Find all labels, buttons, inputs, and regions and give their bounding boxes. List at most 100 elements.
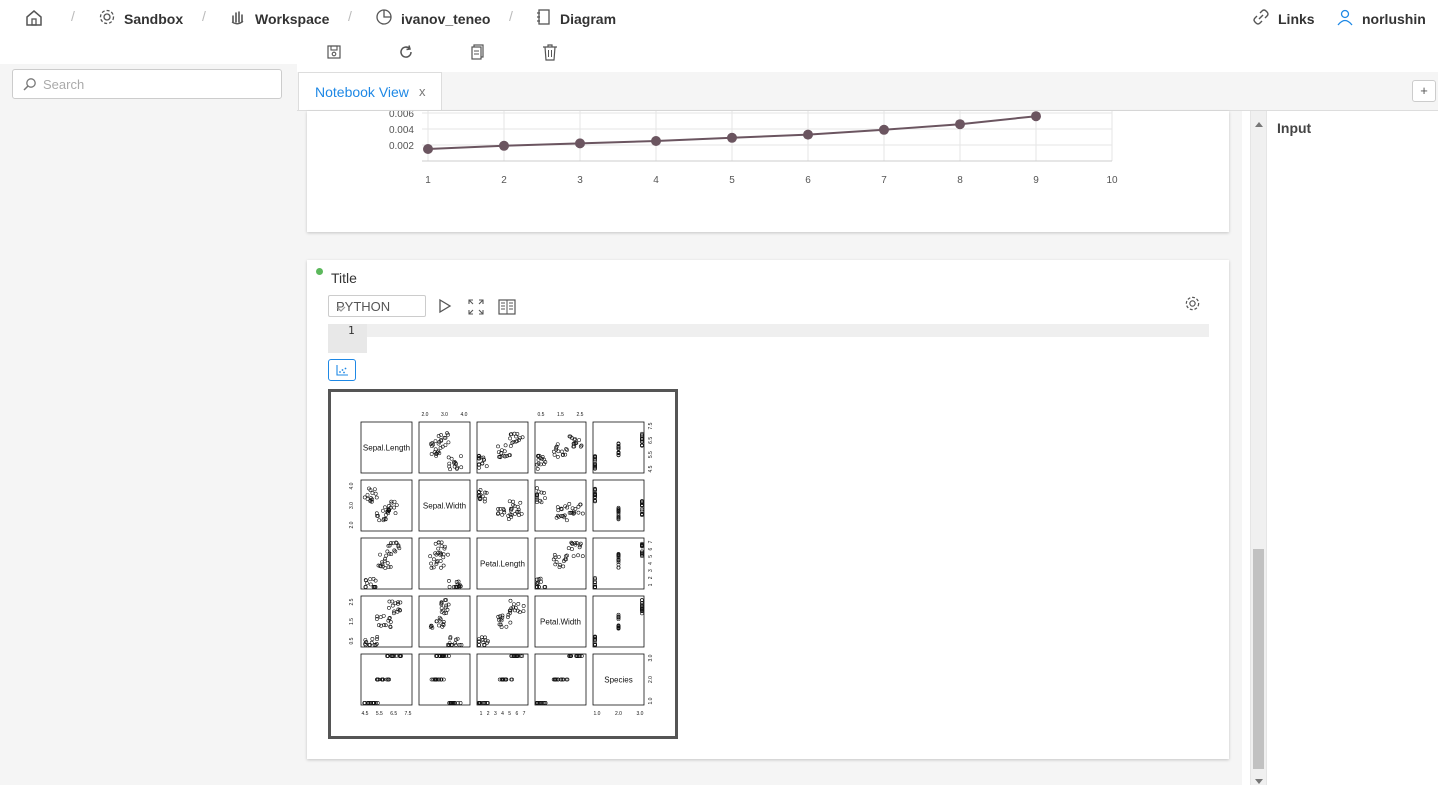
x-tick-label: 6: [805, 175, 811, 186]
code-editor[interactable]: 1: [328, 324, 1209, 353]
tab-notebook-view[interactable]: Notebook View x: [298, 72, 442, 110]
breadcrumb-separator: /: [348, 8, 352, 24]
copy-icon[interactable]: [470, 44, 486, 65]
search-box[interactable]: [12, 69, 282, 99]
links-label: Links: [1278, 10, 1315, 27]
pairs-panel: [418, 653, 471, 706]
add-tab-button[interactable]: +: [1412, 80, 1436, 102]
settings-gear-icon[interactable]: [1184, 295, 1201, 317]
top-navigation: / Sandbox / Workspace / ivanov_teneo / D…: [0, 0, 1438, 36]
language-select[interactable]: PYTHON: [328, 295, 426, 317]
pairs-plot-image: Sepal.Length Sepal.Width Petal.Length Petal…: [328, 389, 678, 739]
x-tick-label: 1: [425, 175, 431, 186]
axis-tick-label: 4: [501, 711, 504, 717]
pairs-panel: [418, 595, 471, 648]
data-point: [727, 132, 737, 143]
y-tick-label: 0.004: [389, 125, 414, 136]
pairs-panel: [360, 537, 413, 590]
axis-tick-label: 6.5: [390, 711, 397, 717]
user-menu[interactable]: norlushin: [1336, 8, 1426, 29]
line-chart: 1 2 3 4 5 6 7 8 9 10 0.002 0.004 0.006: [389, 111, 1118, 186]
pie-chart-icon: [375, 8, 401, 29]
notebook-area: 1 2 3 4 5 6 7 8 9 10 0.002 0.004 0.006 Title PYTHON …: [297, 111, 1242, 785]
axis-tick-label: 1.5: [557, 412, 564, 418]
axis-tick-label: 4.5: [362, 711, 369, 717]
axis-tick-label: 1: [648, 583, 654, 586]
search-input[interactable]: [41, 76, 275, 93]
home-icon[interactable]: [24, 8, 44, 33]
data-point: [879, 124, 889, 135]
scroll-up-icon[interactable]: [1254, 115, 1264, 133]
refresh-icon[interactable]: [398, 44, 414, 65]
variable-label: Petal.Width: [540, 618, 581, 627]
x-tick-label: 3: [577, 175, 583, 186]
axis-tick-label: 0.5: [349, 637, 355, 644]
axis-tick-label: 4.0: [461, 412, 468, 418]
axis-tick-label: 7: [523, 711, 526, 717]
breadcrumb-workspace[interactable]: Workspace: [229, 8, 329, 29]
pairs-panel: [534, 653, 587, 706]
axis-tick-label: 5.5: [376, 711, 383, 717]
data-point: [803, 129, 813, 140]
axis-tick-label: 3.0: [637, 711, 644, 717]
breadcrumb-sandbox[interactable]: Sandbox: [98, 8, 183, 29]
pairs-panel: [360, 595, 413, 648]
line-number: 1: [348, 324, 355, 337]
gear-icon: [98, 8, 124, 29]
save-icon[interactable]: [326, 44, 342, 65]
breadcrumb-label: Diagram: [560, 10, 617, 27]
vertical-scrollbar[interactable]: [1250, 111, 1267, 785]
axis-tick-label: 2: [487, 711, 490, 717]
axis-tick-label: 6.5: [648, 437, 654, 444]
link-icon: [1252, 8, 1278, 29]
axis-tick-label: 3.0: [648, 654, 654, 661]
breadcrumb-label: ivanov_teneo: [401, 10, 491, 27]
close-icon[interactable]: x: [419, 84, 426, 99]
axis-tick-label: 5: [648, 555, 654, 558]
breadcrumb-separator: /: [509, 8, 513, 24]
x-tick-label: 5: [729, 175, 735, 186]
x-tick-label: 8: [957, 175, 963, 186]
x-tick-label: 7: [881, 175, 887, 186]
data-point: [1031, 111, 1041, 122]
axis-tick-label: 2.5: [349, 598, 355, 605]
wave-hand-icon: [229, 8, 255, 29]
code-line[interactable]: [367, 324, 1209, 337]
x-tick-label: 2: [501, 175, 507, 186]
chevron-down-icon: [336, 301, 417, 316]
x-tick-label: 9: [1033, 175, 1039, 186]
data-point: [499, 140, 509, 151]
pairs-panel: [476, 653, 529, 706]
data-point: [575, 138, 585, 149]
pairs-panel: [418, 421, 471, 474]
axis-tick-label: 3: [494, 711, 497, 717]
axis-tick-label: 0.5: [538, 412, 545, 418]
axis-tick-label: 2.0: [349, 521, 355, 528]
expand-icon[interactable]: [468, 299, 484, 320]
breadcrumb-diagram[interactable]: Diagram: [536, 8, 616, 29]
pairs-panel: [592, 595, 645, 648]
delete-icon[interactable]: [542, 44, 558, 66]
cell-title[interactable]: Title: [331, 270, 357, 286]
user-icon: [1336, 8, 1362, 29]
axis-tick-label: 3: [648, 569, 654, 572]
pairs-panel: [418, 537, 471, 590]
notebook-cell: Title PYTHON 1 Sepal.Length Sepal.Width: [307, 260, 1229, 759]
scroll-down-icon[interactable]: [1254, 773, 1264, 791]
axis-tick-label: 2.0: [615, 711, 622, 717]
pairs-plot: Sepal.Length Sepal.Width Petal.Length Petal…: [349, 412, 654, 717]
breadcrumb-separator: /: [71, 8, 75, 24]
pairs-panel: [476, 421, 529, 474]
y-tick-label: 0.002: [389, 141, 414, 152]
pairs-panel: [360, 479, 413, 532]
links-button[interactable]: Links: [1252, 8, 1315, 29]
variable-label: Petal.Length: [480, 560, 525, 569]
run-icon[interactable]: [437, 298, 453, 319]
scrollbar-thumb[interactable]: [1253, 549, 1264, 769]
axis-tick-label: 4.5: [648, 465, 654, 472]
chart-view-button[interactable]: [328, 359, 356, 381]
axis-tick-label: 3.0: [349, 502, 355, 509]
book-icon[interactable]: [498, 299, 516, 320]
breadcrumb-ivanov-teneo[interactable]: ivanov_teneo: [375, 8, 490, 29]
user-label: norlushin: [1362, 10, 1426, 27]
